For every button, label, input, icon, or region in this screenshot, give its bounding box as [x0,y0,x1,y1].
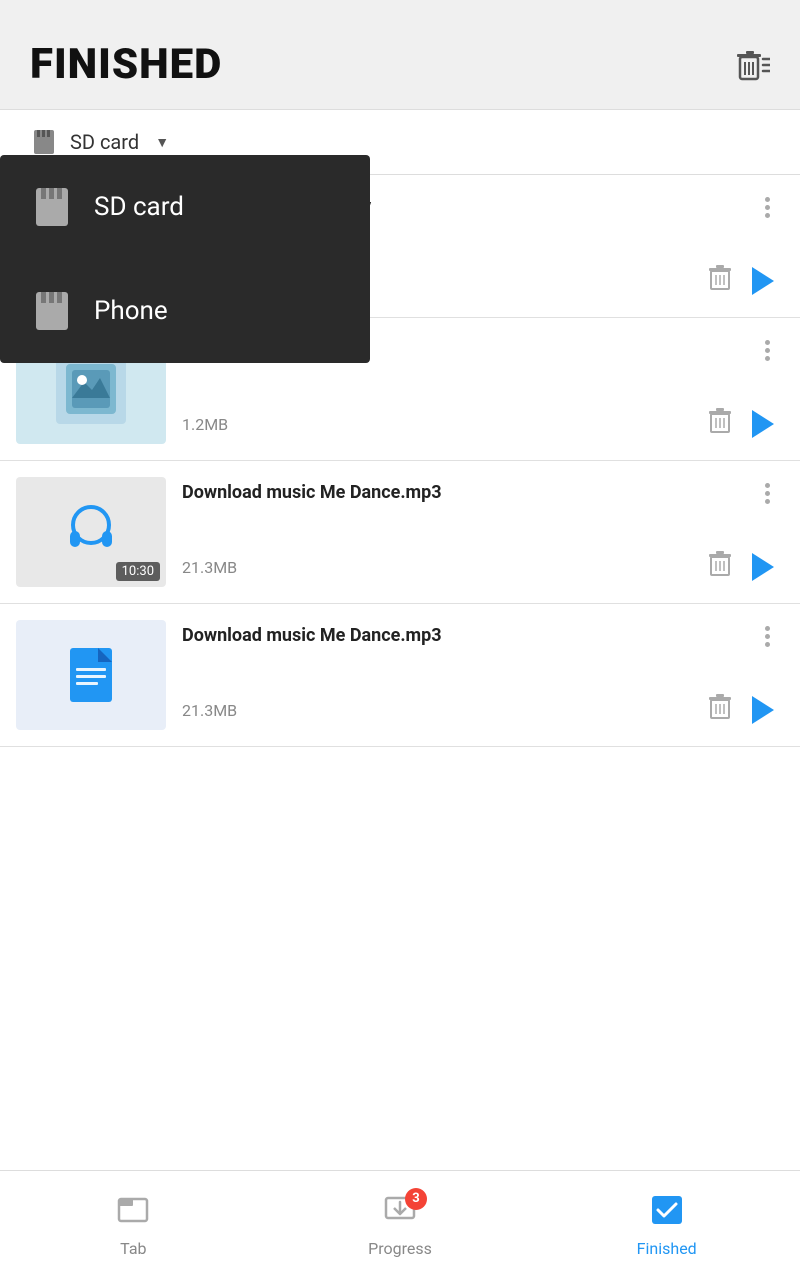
dot [765,197,770,202]
item-info: Download music Me Dance.mp3 21.3MB [166,477,784,587]
content-area: FINISHED SD card ▼ [0,0,800,1170]
item-actions [708,551,774,583]
nav-item-tab[interactable]: Tab [0,1194,267,1258]
nav-item-progress[interactable]: 3 Progress [267,1194,534,1258]
table-row: Download music Me Dance.mp3 21.3MB [0,604,800,747]
play-button[interactable] [752,696,774,724]
clear-all-button[interactable] [734,49,770,81]
delete-button[interactable] [708,265,732,297]
play-button[interactable] [752,553,774,581]
dot [765,356,770,361]
dropdown-item-phone-label: Phone [94,296,168,326]
nav-item-finished[interactable]: Finished [533,1194,800,1258]
dot [765,491,770,496]
bottom-navigation: Tab 3 Progress Finished [0,1170,800,1280]
item-name: Download music Me Dance.mp3 [182,624,761,647]
item-size: 21.3MB [182,701,237,720]
thumbnail-doc [16,620,166,730]
dot [765,642,770,647]
dropdown-item-sd[interactable]: SD card [0,155,370,259]
tab-icon [117,1194,149,1233]
item-bottom: 21.3MB [182,551,774,583]
more-options-button[interactable] [761,481,774,506]
dot [765,205,770,210]
dropdown-item-phone[interactable]: Phone [0,259,370,363]
item-actions [708,694,774,726]
item-bottom: 21.3MB [182,694,774,726]
play-button[interactable] [752,267,774,295]
play-triangle-icon [752,696,774,724]
thumbnail-audio: 10:30 [16,477,166,587]
progress-badge: 3 [405,1188,427,1210]
delete-button[interactable] [708,408,732,440]
table-row: 10:30 Download music Me Dance.mp3 21.3MB [0,461,800,604]
play-button[interactable] [752,410,774,438]
dot [765,634,770,639]
dot [765,348,770,353]
item-info: Download music Me Dance.mp3 21.3MB [166,620,784,730]
nav-tab-label: Tab [120,1239,146,1258]
item-top: Download music Me Dance.mp3 [182,624,774,649]
delete-button[interactable] [708,551,732,583]
item-actions [708,265,774,297]
progress-icon: 3 [383,1194,417,1233]
more-options-button[interactable] [761,195,774,220]
more-options-button[interactable] [761,338,774,363]
item-actions [708,408,774,440]
doc-thumb-icon [56,640,126,710]
nav-progress-label: Progress [368,1239,432,1258]
dropdown-arrow-icon: ▼ [155,134,169,151]
more-options-button[interactable] [761,624,774,649]
page-title: FINISHED [30,40,222,89]
item-size: 1.2MB [182,415,228,434]
duration-badge: 10:30 [116,562,160,581]
sd-card-icon [30,128,58,156]
dot [765,213,770,218]
play-triangle-icon [752,553,774,581]
dot [765,340,770,345]
nav-finished-label: Finished [637,1239,697,1258]
item-name: Download music Me Dance.mp3 [182,481,761,504]
image-thumb-icon [56,354,126,424]
finished-icon [650,1194,684,1233]
play-triangle-icon [752,267,774,295]
item-size: 21.3MB [182,558,237,577]
audio-thumb-icon [56,497,126,567]
storage-dropdown-menu: SD card Phone [0,155,370,363]
delete-button[interactable] [708,694,732,726]
dot [765,626,770,631]
dot [765,499,770,504]
play-triangle-icon [752,410,774,438]
item-top: Download music Me Dance.mp3 [182,481,774,506]
phone-option-icon [30,289,74,333]
sd-card-option-icon [30,185,74,229]
dropdown-item-sd-label: SD card [94,192,184,222]
dot [765,483,770,488]
item-bottom: 1.2MB [182,408,774,440]
header: FINISHED [0,0,800,110]
storage-label: SD card [70,130,139,154]
